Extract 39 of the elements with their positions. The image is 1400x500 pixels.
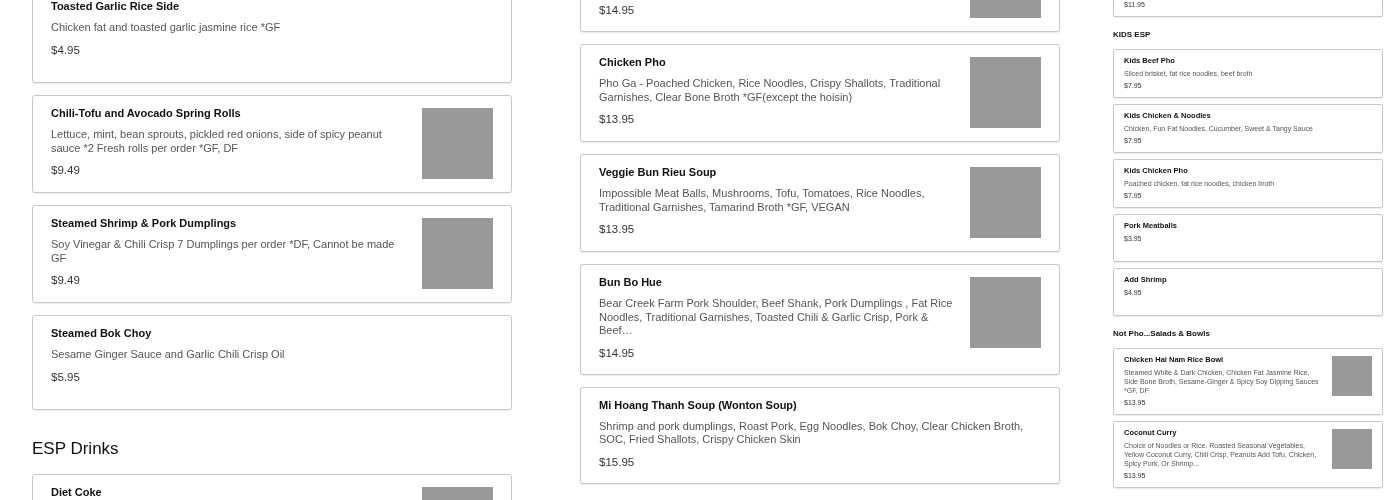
- menu-item-card[interactable]: Steamed Bok Choy Sesame Ginger Sauce and Garlic Chili Crisp Oil $5.95: [32, 315, 512, 410]
- menu-item-card[interactable]: Mi Hoang Thanh Soup (Wonton Soup) Shrimp and pork dumplings, Roast Pork, Egg Noodles, Bok Choy, Clear Chicken Broth, SOC, Fried Shallots, Crispy Chicken Skin $15.95: [580, 386, 1060, 484]
- item-title: Steamed Bok Choy: [51, 326, 153, 341]
- menu-item-card[interactable]: Chicken Pho Pho Ga - Poached Chicken, Rice Noodles, Crispy Shallots, Traditional Garnishes, Clear Bone Broth *GF(except the hoisin) $13.95: [580, 44, 1060, 142]
- item-title: Chili-Tofu and Avocado Spring Rolls: [51, 106, 242, 121]
- item-price: $15.95: [599, 454, 636, 470]
- menu-item-card[interactable]: Veggie Bun Rieu Soup Impossible Meat Balls, Mushrooms, Tofu, Tomatoes, Rice Noodles, Traditional Garnishes, Tamarind Broth *GF, VEGAN $13.95: [580, 154, 1060, 252]
- section-heading: Not Pho...Salads & Bowls: [1113, 328, 1211, 340]
- section-heading: ESP Drinks: [32, 438, 120, 460]
- item-price: $14.95: [599, 345, 636, 361]
- item-price: $13.95: [599, 112, 636, 127]
- section-heading: KIDS ESP: [1113, 29, 1152, 41]
- item-description: Sesame Ginger Sauce and Garlic Chili Crisp Oil: [51, 348, 286, 362]
- menu-item-card[interactable]: Steamed Shrimp & Pork Dumplings Soy Vinegar & Chili Crisp 7 Dumplings per order *DF, Cannot be made GF $9.49: [32, 205, 512, 303]
- item-price: $9.49: [51, 273, 81, 288]
- item-title: Bun Bo Hue: [599, 275, 663, 290]
- item-description: Soy Vinegar & Chili Crisp 7 Dumplings per order *DF, Cannot be made GF: [51, 238, 396, 265]
- item-description: Lettuce, mint, bean sprouts, pickled red onions, side of spicy peanut sauce *2 Fresh rolls per order *GF, DF: [51, 128, 383, 155]
- item-title: Veggie Bun Rieu Soup: [599, 165, 718, 180]
- item-title: Mi Hoang Thanh Soup (Wonton Soup): [599, 397, 798, 413]
- item-price: $14.95: [599, 3, 636, 18]
- menu-item-card[interactable]: Chili-Tofu and Avocado Spring Rolls Lettuce, mint, bean sprouts, pickled red onions, side of spicy peanut sauce *2 Fresh rolls per order *GF, DF $9.49: [32, 95, 512, 193]
- item-description: Chicken fat and toasted garlic jasmine rice *GF: [51, 21, 282, 35]
- item-description: Shrimp and pork dumplings, Roast Pork, Egg Noodles, Bok Choy, Clear Chicken Broth, SOC, Fried Shallots, Crispy Chicken Skin: [599, 419, 1025, 447]
- menu-item-card[interactable]: Toasted Garlic Rice Side Chicken fat and toasted garlic jasmine rice *GF $4.95: [32, 0, 512, 83]
- item-price: $5.95: [51, 369, 81, 385]
- item-title: Chicken Pho: [599, 55, 667, 70]
- menu-item-card[interactable]: $14.95: [580, 0, 1060, 32]
- menu-item-card[interactable]: Bun Bo Hue Bear Creek Farm Pork Shoulder, Beef Shank, Pork Dumplings , Fat Rice Noodles, Traditional Garnishes, Toasted Chili & Garlic Crisp, Pork & Beef… $14.95: [580, 264, 1060, 375]
- menu-item-card[interactable]: Diet Coke: [32, 474, 512, 500]
- item-title: Diet Coke: [51, 485, 103, 500]
- item-description: Pho Ga - Poached Chicken, Rice Noodles, Crispy Shallots, Traditional Garnishes, Clear Bone Broth *GF(except the hoisin): [599, 77, 942, 104]
- item-price: $13.95: [599, 222, 636, 237]
- item-price: $9.49: [51, 163, 81, 178]
- item-title: Steamed Shrimp & Pork Dumplings: [51, 216, 238, 231]
- item-title: Toasted Garlic Rice Side: [51, 0, 181, 14]
- item-price: $4.95: [51, 42, 81, 58]
- item-description: Impossible Meat Balls, Mushrooms, Tofu, Tomatoes, Rice Noodles, Traditional Garnishes, Tamarind Broth *GF, VEGAN: [599, 187, 926, 214]
- item-description: Bear Creek Farm Pork Shoulder, Beef Shank, Pork Dumplings , Fat Rice Noodles, Traditional Garnishes, Toasted Chili & Garlic Crisp, Pork & Beef…: [599, 297, 954, 338]
